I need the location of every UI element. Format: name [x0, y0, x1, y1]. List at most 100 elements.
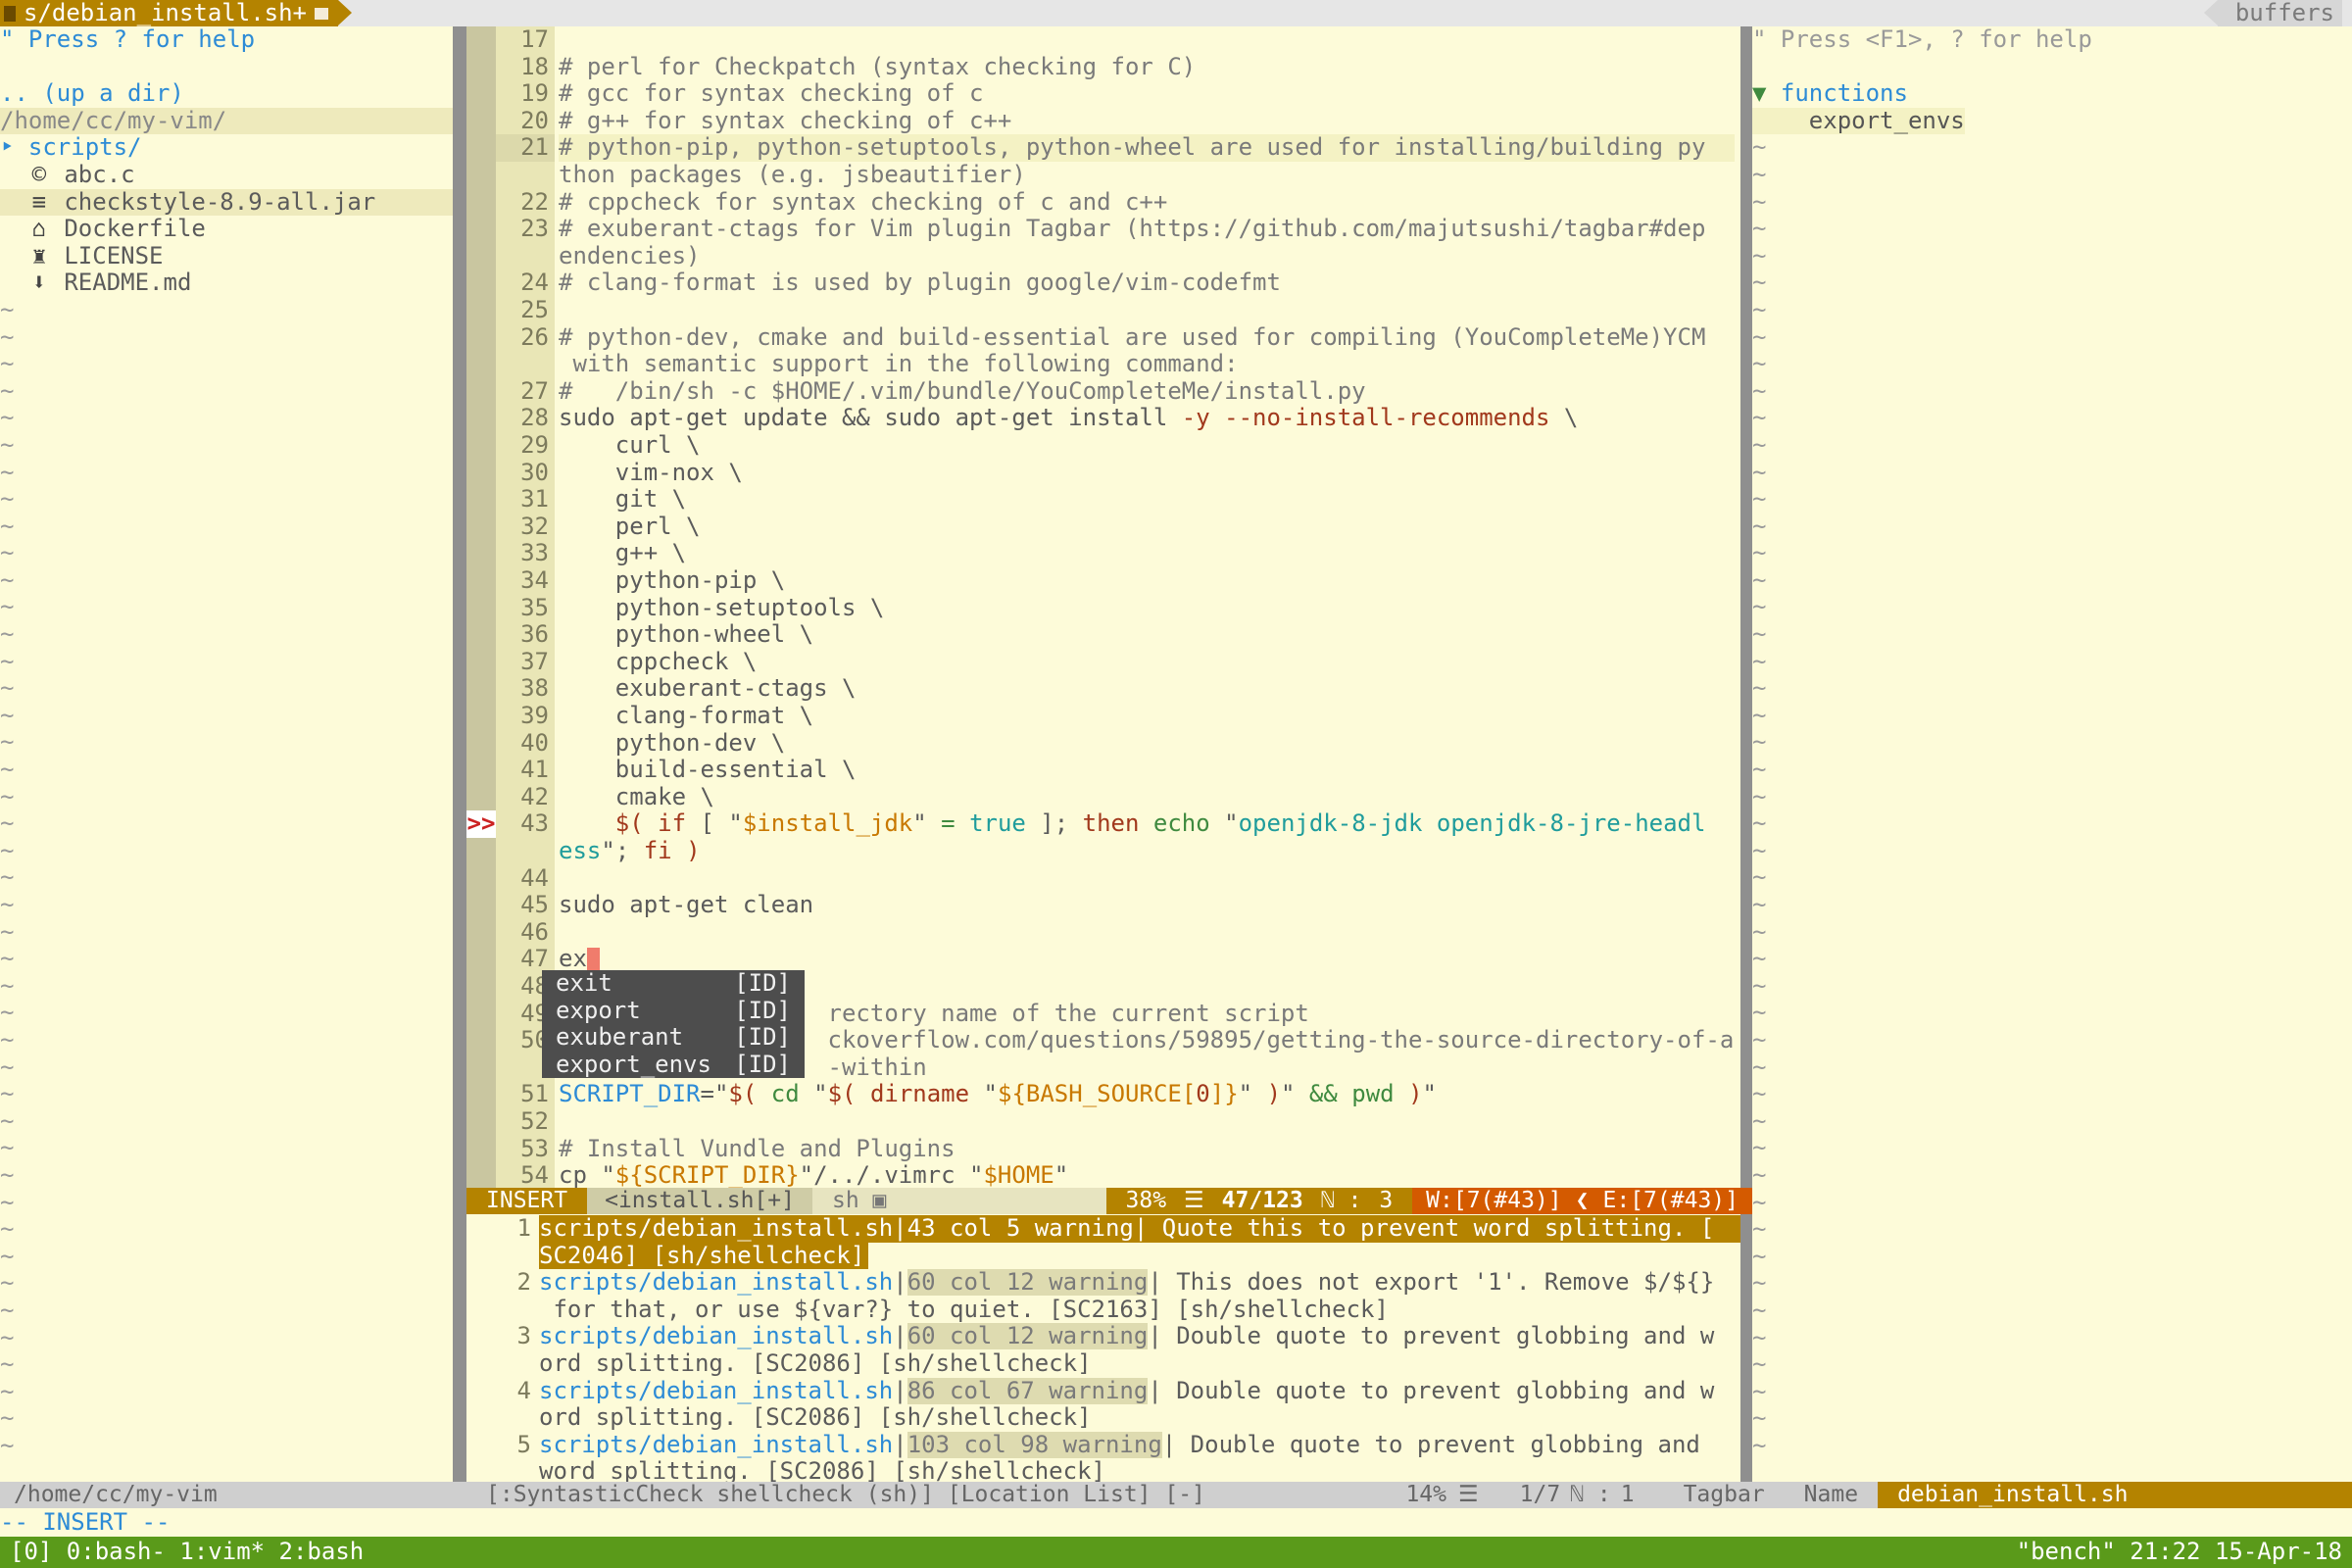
up-dir-link[interactable]: .. (up a dir): [0, 80, 453, 108]
completion-item[interactable]: export_envs [ID]: [542, 1051, 805, 1079]
code-line[interactable]: clang-format \: [559, 703, 1735, 730]
code-line[interactable]: # Install Vundle and Plugins: [559, 1136, 1735, 1163]
tab-active-label: s/debian_install.sh+: [24, 0, 307, 26]
line-number: 17: [520, 26, 549, 53]
code-line[interactable]: perl \: [559, 514, 1735, 541]
code-line[interactable]: cmake \: [559, 784, 1735, 811]
tab-active[interactable]: s/debian_install.sh+: [0, 0, 352, 26]
loclist-entry[interactable]: scripts/debian_install.sh|43 col 5 warni…: [539, 1215, 1740, 1243]
split-bar-left[interactable]: [453, 26, 466, 1482]
empty-line-marker: ~: [1752, 566, 1767, 594]
code-line[interactable]: exuberant-ctags \: [559, 675, 1735, 703]
empty-line-marker: ~: [0, 1161, 15, 1189]
empty-line-marker: ~: [0, 946, 15, 973]
code-line[interactable]: [559, 865, 1735, 893]
code-line[interactable]: SCRIPT_DIR="$( cd "$( dirname "${BASH_SO…: [559, 1081, 1735, 1108]
close-icon[interactable]: [314, 7, 328, 20]
empty-line-marker: ~: [1752, 946, 1767, 973]
tmux-windows[interactable]: [0] 0:bash- 1:vim* 2:bash: [10, 1539, 364, 1566]
empty-line-marker: ~: [0, 431, 15, 459]
code-line[interactable]: cppcheck \: [559, 649, 1735, 676]
line-number: 35: [520, 594, 549, 621]
code-line[interactable]: # clang-format is used by plugin google/…: [559, 270, 1735, 297]
file-item[interactable]: ⬇ README.md: [0, 270, 453, 297]
code-line[interactable]: sudo apt-get update && sudo apt-get inst…: [559, 405, 1735, 432]
file-item[interactable]: ♜ LICENSE: [0, 243, 453, 270]
code-line[interactable]: python-dev \: [559, 730, 1735, 758]
docker-icon: ⌂: [31, 216, 47, 243]
code-line[interactable]: git \: [559, 486, 1735, 514]
empty-line-marker: ~: [0, 621, 15, 649]
code-line[interactable]: ess"; fi ): [559, 838, 1735, 865]
loclist-entry-continuation[interactable]: SC2046] [sh/shellcheck]: [539, 1242, 869, 1270]
code-line[interactable]: curl \: [559, 432, 1735, 460]
tagbar-panel: " Press <F1>, ? for help ▼ functions exp…: [1752, 26, 2352, 1487]
completion-item[interactable]: exit [ID]: [542, 969, 805, 998]
empty-line-marker: ~: [1752, 486, 1767, 514]
empty-line-marker: ~: [1752, 216, 1767, 243]
file-item[interactable]: ⌂ Dockerfile: [0, 216, 453, 243]
empty-line-marker: ~: [0, 702, 15, 729]
syntastic-status: W:[7(#43)] ❮ E:[7(#43)]: [1412, 1188, 1752, 1214]
warning-sign-icon: >>: [466, 810, 496, 838]
loclist-entry-continuation[interactable]: for that, or use ${var?} to quiet. [SC21…: [539, 1297, 1740, 1324]
tagbar-group[interactable]: ▼ functions: [1752, 80, 2352, 108]
location-list[interactable]: 1 scripts/debian_install.sh|43 col 5 warn…: [466, 1215, 1740, 1485]
code-line[interactable]: [559, 297, 1735, 324]
loclist-entry[interactable]: scripts/debian_install.sh|60 col 12 warn…: [539, 1323, 1740, 1350]
line-number: 29: [520, 432, 549, 459]
empty-line-marker: ~: [0, 1216, 15, 1244]
code-line[interactable]: [559, 26, 1735, 54]
command-line[interactable]: -- INSERT --: [0, 1508, 2352, 1537]
empty-line-marker: ~: [1752, 296, 1767, 323]
empty-line-marker: ~: [0, 513, 15, 540]
loclist-entry[interactable]: scripts/debian_install.sh|103 col 98 war…: [539, 1431, 1740, 1459]
code-line[interactable]: python-pip \: [559, 567, 1735, 595]
completion-popup[interactable]: exit [ID] export [ID] exuberant [ID] export…: [542, 969, 805, 1079]
line-number: 38: [520, 675, 549, 703]
code-line[interactable]: # exuberant-ctags for Vim plugin Tagbar …: [559, 216, 1735, 243]
code-line[interactable]: [559, 919, 1735, 947]
file-label: LICENSE: [64, 242, 164, 270]
code-line[interactable]: sudo apt-get clean: [559, 892, 1735, 919]
completion-item[interactable]: exuberant [ID]: [542, 1024, 805, 1052]
empty-line-marker: ~: [1752, 351, 1767, 378]
code-line[interactable]: thon packages (e.g. jsbeautifier): [559, 162, 1735, 189]
code-line[interactable]: endencies): [559, 243, 1735, 270]
code-line[interactable]: vim-nox \: [559, 460, 1735, 487]
loclist-entry[interactable]: scripts/debian_install.sh|86 col 67 warn…: [539, 1377, 1740, 1405]
code-line[interactable]: python-wheel \: [559, 621, 1735, 649]
completion-item[interactable]: export [ID]: [542, 997, 805, 1025]
code-line[interactable]: build-essential \: [559, 757, 1735, 784]
empty-line-marker: ~: [0, 1026, 15, 1054]
code-line[interactable]: cp "${SCRIPT_DIR}"/../.vimrc "$HOME": [559, 1162, 1735, 1190]
file-item[interactable]: © abc.c: [0, 162, 453, 189]
completion-word: exit: [556, 969, 612, 997]
code-line[interactable]: $( if [ "$install_jdk" = true ]; then ec…: [559, 810, 1735, 838]
code-line[interactable]: # /bin/sh -c $HOME/.vim/bundle/YouComple…: [559, 378, 1735, 406]
code-line[interactable]: # cppcheck for syntax checking of c and …: [559, 189, 1735, 217]
file-item[interactable]: ≡ checkstyle-8.9-all.jar: [0, 188, 453, 217]
tagbar-file: debian_install.sh: [1878, 1482, 2352, 1508]
code-line[interactable]: # g++ for syntax checking of c++: [559, 108, 1735, 135]
tagbar-item[interactable]: export_envs: [1752, 107, 2352, 135]
markdown-icon: ⬇: [31, 270, 47, 297]
code-line[interactable]: # python-pip, python-setuptools, python-…: [559, 134, 1735, 162]
code-line[interactable]: # python-dev, cmake and build-essential …: [559, 324, 1735, 352]
code-line[interactable]: g++ \: [559, 540, 1735, 567]
loclist-entry-continuation[interactable]: ord splitting. [SC2086] [sh/shellcheck]: [539, 1404, 1740, 1432]
code-line[interactable]: with semantic support in the following c…: [559, 351, 1735, 378]
line-number: 37: [520, 648, 549, 675]
code-line[interactable]: # perl for Checkpatch (syntax checking f…: [559, 54, 1735, 81]
code-line[interactable]: [559, 1108, 1735, 1136]
split-bar-right[interactable]: [1740, 26, 1752, 1482]
folder-scripts[interactable]: ‣ scripts/: [0, 134, 453, 162]
loclist-entry[interactable]: scripts/debian_install.sh|60 col 12 warn…: [539, 1269, 1740, 1297]
empty-line-marker: ~: [1752, 1405, 1767, 1433]
empty-line-marker: ~: [1752, 1081, 1767, 1108]
loclist-entry-continuation[interactable]: ord splitting. [SC2086] [sh/shellcheck]: [539, 1350, 1740, 1378]
editor-statusline: INSERT <install.sh[+] sh ▣ 38% ☰ 47/123 …: [466, 1188, 1752, 1214]
code-line[interactable]: python-setuptools \: [559, 595, 1735, 622]
statusline-filename: <install.sh[+]: [587, 1188, 812, 1214]
code-line[interactable]: # gcc for syntax checking of c: [559, 80, 1735, 108]
